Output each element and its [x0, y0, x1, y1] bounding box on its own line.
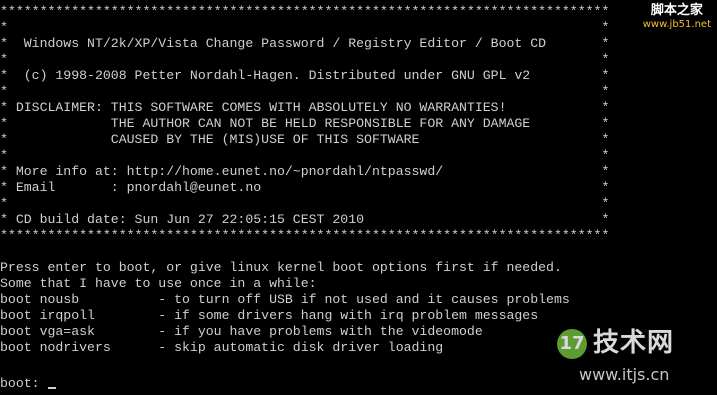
watermark-logo-icon: 17 — [557, 329, 587, 359]
console-line-blank: * * — [0, 20, 610, 35]
watermark-top-url: www.jb51.net — [642, 19, 711, 30]
console-line-blank: * * — [0, 84, 610, 99]
watermark-bottom: 17 技术网 www.itjs.cn — [557, 325, 707, 387]
console-line-press-enter: Press enter to boot, or give linux kerne… — [0, 260, 562, 275]
text-cursor — [48, 387, 57, 389]
console-line-banner-border-bottom: ****************************************… — [0, 228, 610, 243]
console-line-email: * Email : pnordahl@eunet.no * — [0, 180, 610, 195]
console-line-disclaimer-3: * CAUSED BY THE (MIS)USE OF THIS SOFTWAR… — [0, 132, 610, 147]
watermark-top: 脚本之家 www.jb51.net — [643, 4, 711, 32]
console-line-more-info: * More info at: http://home.eunet.no/~pn… — [0, 164, 610, 179]
console-line-disclaimer-2: * THE AUTHOR CAN NOT BE HELD RESPONSIBLE… — [0, 116, 610, 131]
watermark-bottom-site-name: 技术网 — [593, 328, 675, 358]
boot-prompt-label: boot: — [0, 376, 48, 391]
console-line-copyright: * (c) 1998-2008 Petter Nordahl-Hagen. Di… — [0, 68, 610, 83]
console-line-blank: * * — [0, 148, 610, 163]
console-line-option-nodrivers: boot nodrivers - skip automatic disk dri… — [0, 340, 444, 355]
console-line-option-vga: boot vga=ask - if you have problems with… — [0, 324, 483, 339]
console-line-build-date: * CD build date: Sun Jun 27 22:05:15 CES… — [0, 212, 610, 227]
boot-prompt[interactable]: boot: — [0, 376, 57, 392]
console-line-some-options: Some that I have to use once in a while: — [0, 276, 317, 291]
boot-console-screen[interactable]: ****************************************… — [0, 0, 717, 395]
watermark-bottom-url: www.itjs.cn — [579, 365, 670, 384]
watermark-top-site-name: 脚本之家 — [650, 3, 703, 18]
console-line-option-irqpoll: boot irqpoll - if some drivers hang with… — [0, 308, 539, 323]
console-line-banner-border-top: ****************************************… — [0, 4, 610, 19]
console-line-blank: * * — [0, 52, 610, 67]
console-line-disclaimer-1: * DISCLAIMER: THIS SOFTWARE COMES WITH A… — [0, 100, 610, 115]
console-line-option-nousb: boot nousb - to turn off USB if not used… — [0, 292, 570, 307]
console-line-blank: * * — [0, 196, 610, 211]
console-line-title: * Windows NT/2k/XP/Vista Change Password… — [0, 36, 610, 51]
